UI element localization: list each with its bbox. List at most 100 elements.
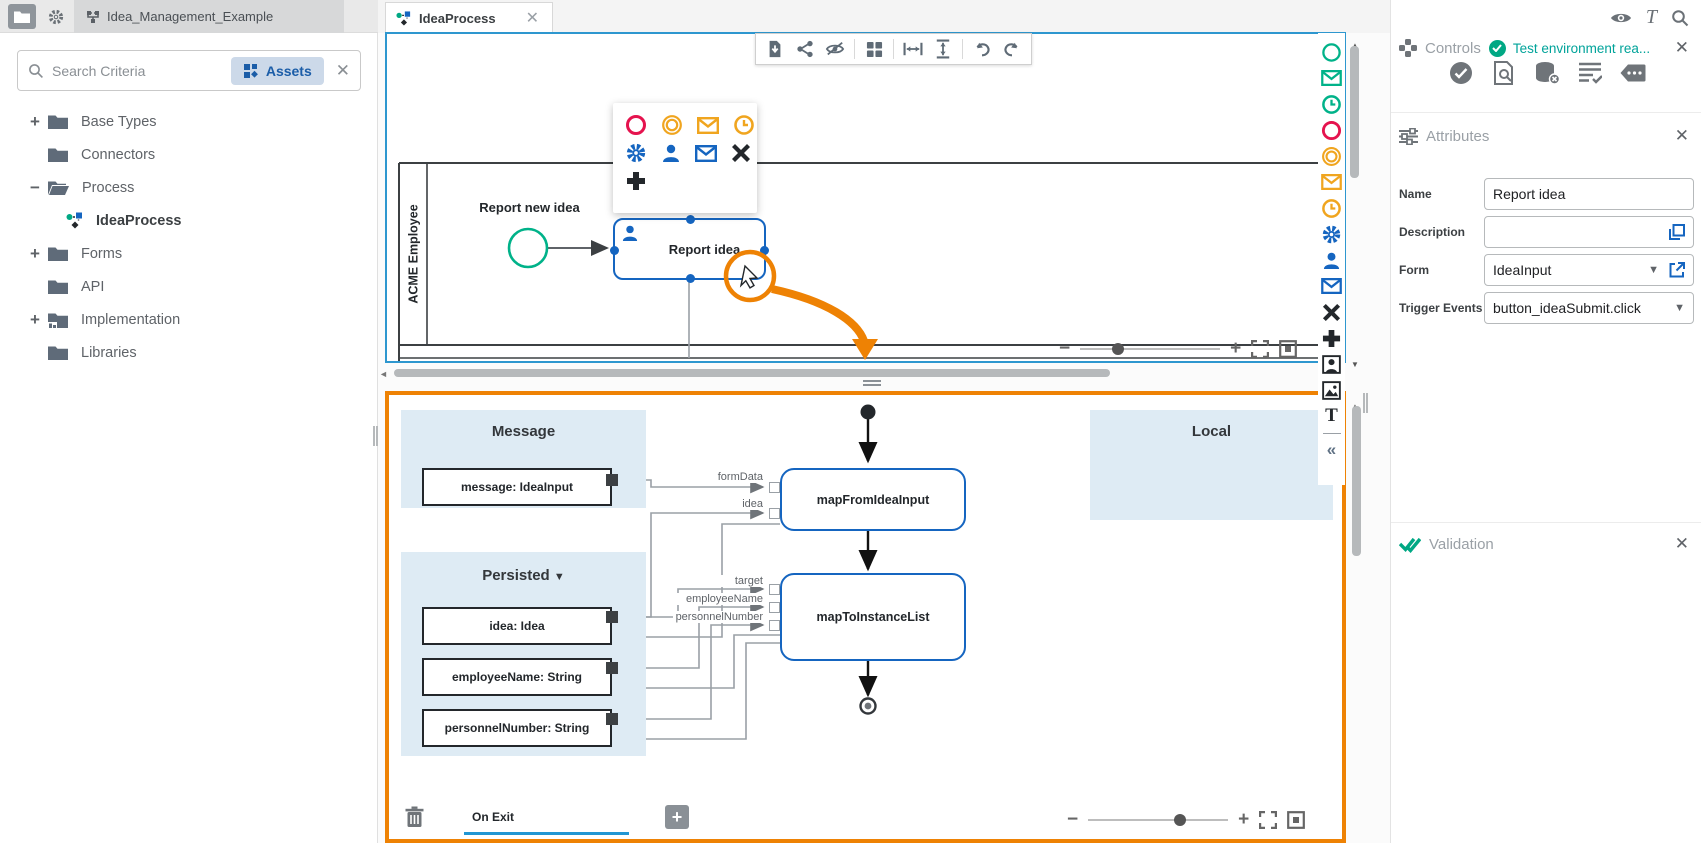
service-task-icon[interactable] bbox=[1320, 221, 1344, 247]
dropdown-arrow-icon[interactable]: ▼ bbox=[1648, 264, 1659, 276]
scroll-down-icon[interactable]: ▼ bbox=[1351, 354, 1359, 372]
chevron-down-icon[interactable]: ▼ bbox=[554, 571, 565, 583]
persisted-section-title[interactable]: Persisted ▼ bbox=[401, 567, 646, 584]
map-node-from-idea-input[interactable]: mapFromIdeaInput bbox=[780, 468, 966, 531]
undo-button[interactable] bbox=[969, 37, 995, 61]
zoom-in-icon[interactable]: + bbox=[1230, 339, 1241, 358]
tree-item-implementation[interactable]: + Implementation bbox=[0, 303, 378, 336]
sidebar-resize-grip[interactable] bbox=[373, 426, 378, 446]
end-event-icon[interactable] bbox=[1320, 117, 1344, 143]
selection-handle[interactable] bbox=[686, 215, 695, 224]
tree-item-forms[interactable]: + Forms bbox=[0, 237, 378, 270]
close-tab-icon[interactable]: ✕ bbox=[526, 8, 539, 28]
inspect-document-icon[interactable] bbox=[1491, 60, 1517, 86]
start-event-icon[interactable] bbox=[1320, 39, 1344, 65]
timer-event-icon[interactable] bbox=[1320, 195, 1344, 221]
zoom-slider-handle[interactable] bbox=[1174, 813, 1187, 826]
close-icon[interactable]: ✕ bbox=[1675, 534, 1693, 554]
intermediate-event-icon[interactable] bbox=[1320, 143, 1344, 169]
collapse-icon[interactable]: − bbox=[22, 178, 48, 198]
delete-element-icon[interactable] bbox=[1320, 299, 1344, 325]
preview-eye-icon[interactable] bbox=[1610, 10, 1632, 26]
tab-on-exit[interactable]: On Exit bbox=[464, 795, 629, 839]
expand-icon[interactable]: + bbox=[22, 244, 48, 264]
output-port[interactable] bbox=[606, 611, 618, 623]
vertical-scrollbar[interactable] bbox=[1349, 36, 1360, 362]
input-port[interactable] bbox=[769, 602, 780, 613]
send-task-icon[interactable] bbox=[695, 142, 717, 164]
output-port[interactable] bbox=[606, 662, 618, 674]
intermediate-event-icon[interactable] bbox=[661, 114, 683, 136]
fullscreen-icon[interactable] bbox=[1259, 810, 1278, 829]
zoom-out-icon[interactable]: − bbox=[1067, 810, 1078, 829]
message-event-icon[interactable] bbox=[697, 114, 719, 136]
zoom-in-icon[interactable]: + bbox=[1238, 810, 1249, 829]
trash-icon[interactable] bbox=[405, 806, 424, 828]
environment-status[interactable]: Test environment rea... bbox=[1488, 39, 1667, 57]
bpmn-canvas[interactable]: ACME Employee Report new idea Report ide… bbox=[385, 32, 1346, 363]
send-task-icon[interactable] bbox=[1320, 273, 1344, 299]
input-port[interactable] bbox=[769, 584, 780, 595]
text-icon[interactable]: T bbox=[1320, 403, 1344, 429]
open-form-link-icon[interactable] bbox=[1669, 262, 1685, 278]
message-start-event-icon[interactable] bbox=[1320, 65, 1344, 91]
redo-button[interactable] bbox=[999, 37, 1025, 61]
user-task-icon[interactable] bbox=[661, 142, 681, 164]
tree-item-process[interactable]: − Process bbox=[0, 171, 378, 204]
database-clear-icon[interactable] bbox=[1534, 60, 1560, 86]
mapping-canvas[interactable]: Message Persisted ▼ Local message: IdeaI… bbox=[385, 391, 1346, 843]
project-tab[interactable]: Idea_Management_Example bbox=[74, 0, 344, 33]
editor-tab-ideaprocess[interactable]: IdeaProcess ✕ bbox=[385, 2, 553, 33]
export-download-button[interactable] bbox=[762, 37, 788, 61]
actor-box-icon[interactable] bbox=[1320, 351, 1344, 377]
fit-height-button[interactable] bbox=[930, 37, 956, 61]
input-port[interactable] bbox=[769, 482, 780, 493]
selection-handle[interactable] bbox=[610, 246, 619, 255]
fullscreen-icon[interactable] bbox=[1251, 339, 1270, 358]
input-port[interactable] bbox=[769, 620, 780, 631]
delete-icon[interactable] bbox=[731, 142, 751, 164]
map-node-to-instance-list[interactable]: mapToInstanceList bbox=[780, 573, 966, 661]
log-list-icon[interactable] bbox=[1577, 60, 1603, 86]
close-icon[interactable]: ✕ bbox=[1675, 126, 1693, 146]
scrollbar-thumb[interactable] bbox=[1352, 406, 1361, 556]
zoom-out-icon[interactable]: − bbox=[1059, 339, 1070, 358]
scrollbar-thumb[interactable] bbox=[1350, 46, 1359, 178]
dropdown-arrow-icon[interactable]: ▼ bbox=[1674, 302, 1685, 314]
horizontal-scrollbar[interactable] bbox=[390, 368, 1340, 378]
tree-item-api[interactable]: API bbox=[0, 270, 378, 303]
typography-icon[interactable]: T bbox=[1646, 6, 1657, 29]
add-element-icon[interactable] bbox=[625, 170, 647, 192]
name-input[interactable]: Report idea bbox=[1484, 178, 1694, 210]
open-project-button[interactable] bbox=[8, 4, 36, 29]
expand-icon[interactable]: + bbox=[22, 112, 48, 132]
output-port[interactable] bbox=[606, 474, 618, 486]
selection-handle[interactable] bbox=[686, 274, 695, 283]
timer-start-event-icon[interactable] bbox=[1320, 91, 1344, 117]
selection-handle[interactable] bbox=[760, 246, 769, 255]
message-event-icon[interactable] bbox=[1320, 169, 1344, 195]
image-icon[interactable] bbox=[1320, 377, 1344, 403]
tree-item-ideaprocess[interactable]: IdeaProcess bbox=[0, 204, 378, 237]
assets-filter-button[interactable]: Assets bbox=[230, 56, 324, 85]
scrollbar-thumb[interactable] bbox=[394, 369, 1110, 377]
search-icon[interactable] bbox=[1671, 9, 1689, 27]
end-event-icon[interactable] bbox=[625, 114, 647, 136]
tree-item-libraries[interactable]: Libraries bbox=[0, 336, 378, 369]
collapse-toolbar-icon[interactable]: « bbox=[1320, 437, 1344, 463]
tree-item-base-types[interactable]: + Base Types bbox=[0, 105, 378, 138]
zoom-slider-handle[interactable] bbox=[1112, 342, 1125, 355]
timer-event-icon[interactable] bbox=[733, 114, 755, 136]
persisted-variable-box[interactable]: idea: Idea bbox=[422, 607, 612, 645]
panel-resize-grip[interactable] bbox=[1363, 393, 1368, 413]
add-action-button[interactable]: + bbox=[665, 805, 689, 829]
service-task-icon[interactable] bbox=[625, 142, 647, 164]
layout-grid-button[interactable] bbox=[861, 37, 887, 61]
share-button[interactable] bbox=[792, 37, 818, 61]
persisted-variable-box[interactable]: personnelNumber: String bbox=[422, 709, 612, 747]
tag-icon[interactable] bbox=[1620, 60, 1646, 86]
trigger-events-select[interactable]: button_ideaSubmit.click ▼ bbox=[1484, 292, 1694, 324]
panel-splitter-handle[interactable] bbox=[860, 380, 884, 388]
fit-view-icon[interactable] bbox=[1279, 339, 1298, 358]
description-input[interactable] bbox=[1484, 216, 1694, 248]
